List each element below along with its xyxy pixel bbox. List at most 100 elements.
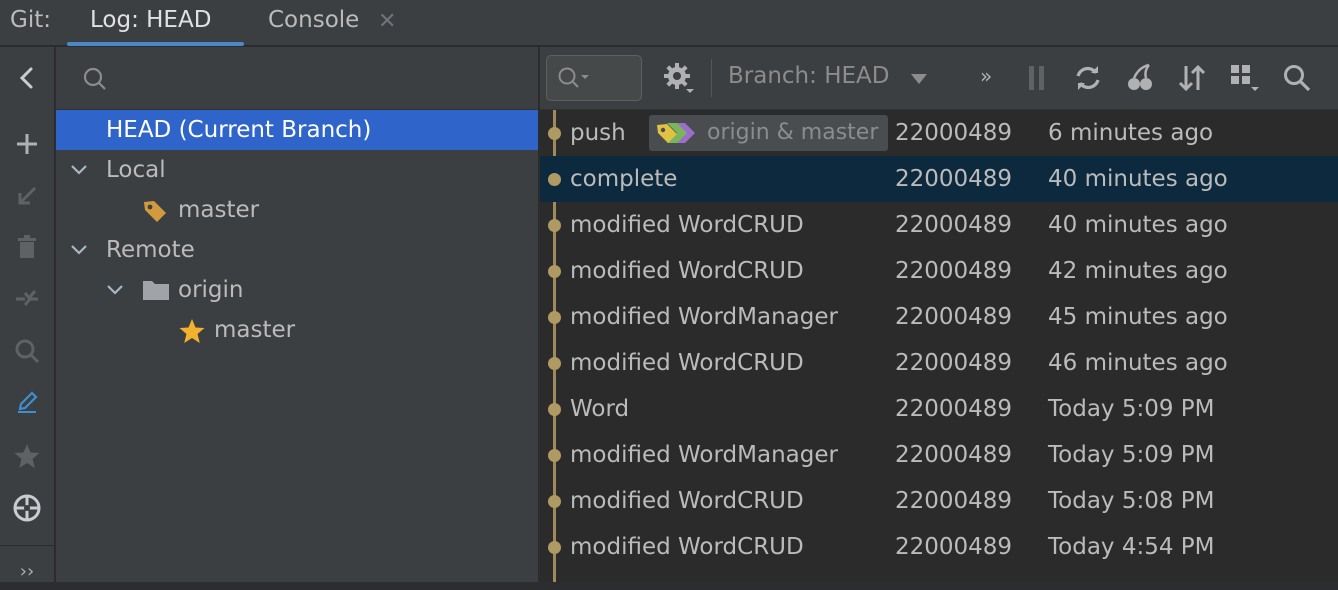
commit-author: 22000489 <box>895 212 1013 238</box>
sort-icon[interactable] <box>1175 61 1209 95</box>
ref-label-text: origin & master <box>707 120 879 145</box>
tree-item-label: HEAD (Current Branch) <box>106 117 372 143</box>
ref-label: origin & master <box>649 115 888 151</box>
more-filters-button[interactable]: » <box>980 64 992 88</box>
tree-group-local[interactable]: Local <box>56 150 538 190</box>
trash-icon[interactable] <box>8 228 46 266</box>
commit-date: Today 5:09 PM <box>1048 442 1215 468</box>
commit-message: complete <box>570 166 678 192</box>
toolbar-separator <box>711 59 712 97</box>
commit-row[interactable]: modified WordManager 22000489 45 minutes… <box>540 294 1338 340</box>
target-icon[interactable] <box>8 489 46 527</box>
commit-message: modified WordCRUD <box>570 350 804 376</box>
tree-group-remote[interactable]: Remote <box>56 230 538 270</box>
commit-node <box>548 219 561 232</box>
tree-group-origin[interactable]: origin <box>56 270 538 310</box>
commit-row[interactable]: modified WordCRUD 22000489 Today 5:08 PM <box>540 478 1338 524</box>
commit-author: 22000489 <box>895 488 1013 514</box>
more-icon[interactable]: ›› <box>8 552 46 590</box>
layout-options-icon[interactable] <box>1228 61 1262 95</box>
side-toolbar: ›› <box>0 47 55 582</box>
merge-icon[interactable] <box>8 280 46 318</box>
branches-panel: HEAD (Current Branch) Local master Remot… <box>56 47 539 582</box>
edit-icon[interactable] <box>8 384 46 422</box>
commit-node <box>548 311 561 324</box>
commit-row[interactable]: modified WordManager 22000489 Today 5:09… <box>540 432 1338 478</box>
commit-row[interactable]: push origin & master 22000489 6 minutes … <box>540 110 1338 156</box>
commit-message: modified WordCRUD <box>570 212 804 238</box>
tree-item-label: master <box>214 317 296 343</box>
commit-date: 45 minutes ago <box>1048 304 1228 330</box>
commit-row[interactable]: modified WordCRUD 22000489 46 minutes ag… <box>540 340 1338 386</box>
tag-icon <box>657 123 695 143</box>
back-arrow-icon[interactable] <box>8 59 46 97</box>
commit-node <box>548 541 561 554</box>
search-dropdown-icon <box>558 67 589 88</box>
branch-search-field[interactable] <box>56 47 538 110</box>
commit-list: push origin & master 22000489 6 minutes … <box>540 110 1338 582</box>
commit-author: 22000489 <box>895 350 1013 376</box>
commit-node <box>548 265 561 278</box>
commit-row[interactable]: modified WordCRUD 22000489 Today 4:54 PM <box>540 524 1338 570</box>
commit-author: 22000489 <box>895 258 1013 284</box>
commit-date: Today 5:09 PM <box>1048 396 1215 422</box>
commit-row[interactable]: modified WordCRUD 22000489 42 minutes ag… <box>540 248 1338 294</box>
commit-node <box>548 449 561 462</box>
active-tab-indicator <box>67 42 244 46</box>
text-filter-input[interactable] <box>546 55 642 101</box>
refresh-icon[interactable] <box>1071 61 1105 95</box>
search-icon <box>83 67 106 90</box>
commit-node <box>548 495 561 508</box>
chevron-down-icon <box>71 245 87 255</box>
commit-node <box>548 127 561 140</box>
gear-icon[interactable] <box>662 61 696 95</box>
log-toolbar: Branch: HEAD » <box>540 47 1338 110</box>
commit-date: Today 5:08 PM <box>1048 488 1215 514</box>
cherry-pick-icon[interactable] <box>1123 61 1157 95</box>
pause-icon[interactable] <box>1020 61 1054 95</box>
commit-message: modified WordCRUD <box>570 534 804 560</box>
search-icon[interactable] <box>8 332 46 370</box>
commit-author: 22000489 <box>895 534 1013 560</box>
tab-log-head[interactable]: Log: HEAD <box>90 7 211 33</box>
chevron-down-icon <box>107 285 123 295</box>
commit-message: modified WordManager <box>570 442 838 468</box>
search-icon[interactable] <box>1280 61 1314 95</box>
commit-node <box>548 357 561 370</box>
commit-row[interactable]: modified WordCRUD 22000489 40 minutes ag… <box>540 202 1338 248</box>
commit-date: 42 minutes ago <box>1048 258 1228 284</box>
commit-date: 6 minutes ago <box>1048 120 1214 146</box>
chevron-down-icon <box>71 165 87 175</box>
plus-icon[interactable] <box>8 125 46 163</box>
star-icon[interactable] <box>8 437 46 475</box>
chevron-down-icon <box>911 74 927 84</box>
log-panel: Branch: HEAD » push origin & master 2200… <box>540 47 1338 582</box>
commit-date: 46 minutes ago <box>1048 350 1228 376</box>
tree-item-local-master[interactable]: master <box>56 190 538 230</box>
commit-message: Word <box>570 396 630 422</box>
commit-author: 22000489 <box>895 304 1013 330</box>
tree-item-label: origin <box>178 277 244 303</box>
commit-date: 40 minutes ago <box>1048 166 1228 192</box>
commit-author: 22000489 <box>895 166 1013 192</box>
commit-message: modified WordManager <box>570 304 838 330</box>
star-icon <box>179 319 205 343</box>
commit-row[interactable]: Word 22000489 Today 5:09 PM <box>540 386 1338 432</box>
folder-icon <box>143 281 169 300</box>
side-divider <box>0 545 55 546</box>
tree-item-label: master <box>178 197 260 223</box>
commit-author: 22000489 <box>895 120 1013 146</box>
commit-node <box>548 173 561 186</box>
branch-filter-dropdown[interactable]: Branch: HEAD <box>728 63 889 89</box>
commit-author: 22000489 <box>895 442 1013 468</box>
commit-node <box>548 403 561 416</box>
close-icon[interactable]: ✕ <box>378 9 396 34</box>
commit-row[interactable]: complete 22000489 40 minutes ago <box>540 156 1338 202</box>
tree-item-origin-master[interactable]: master <box>56 310 538 350</box>
checkout-arrow-icon[interactable] <box>8 177 46 215</box>
tab-console[interactable]: Console <box>268 7 359 33</box>
tree-item-label: Remote <box>106 237 195 263</box>
tree-item-label: Local <box>106 157 166 183</box>
tool-window-tabbar: Git: Log: HEAD Console ✕ <box>0 0 1338 46</box>
tree-item-head[interactable]: HEAD (Current Branch) <box>56 110 538 150</box>
